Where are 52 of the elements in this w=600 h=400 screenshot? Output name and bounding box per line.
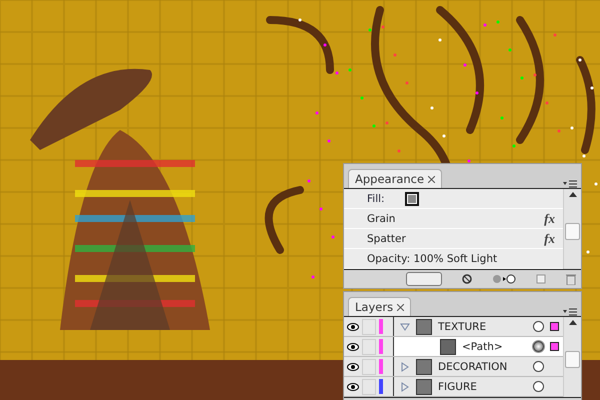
reduce-to-basic-icon[interactable] <box>492 274 516 284</box>
layer-row[interactable]: DECORATION <box>344 357 563 377</box>
clear-appearance-button[interactable] <box>406 272 442 286</box>
scroll-thumb[interactable] <box>565 351 580 368</box>
layer-name: TEXTURE <box>438 320 488 332</box>
layer-row[interactable]: <Path> <box>344 337 563 357</box>
layer-thumbnail <box>416 378 432 394</box>
trash-icon[interactable] <box>566 274 576 284</box>
scroll-up-arrow-icon[interactable] <box>568 192 576 197</box>
effect-name[interactable]: Spatter <box>367 232 524 244</box>
fill-swatch[interactable] <box>404 192 419 206</box>
layer-name: FIGURE <box>438 380 478 392</box>
selection-square <box>550 342 559 351</box>
close-icon[interactable] <box>397 304 404 310</box>
layer-name: DECORATION <box>438 360 508 372</box>
lock-toggle[interactable] <box>362 338 376 354</box>
panel-menu-icon[interactable] <box>563 308 577 316</box>
expanded-triangle-icon[interactable] <box>400 322 410 332</box>
scroll-up-arrow-icon[interactable] <box>568 320 576 325</box>
close-icon[interactable] <box>428 176 436 182</box>
appearance-tab[interactable]: Appearance <box>348 169 442 188</box>
target-circle[interactable] <box>533 361 544 372</box>
collapsed-triangle-icon[interactable] <box>400 382 410 392</box>
scroll-thumb[interactable] <box>565 223 580 240</box>
layer-thumbnail <box>440 338 456 354</box>
lock-toggle[interactable] <box>362 378 376 394</box>
lock-toggle[interactable] <box>362 358 376 374</box>
effect-name[interactable]: Grain <box>367 212 524 224</box>
fx-button[interactable]: fx <box>544 210 555 226</box>
no-entry-icon[interactable] <box>462 274 472 284</box>
scrollbar[interactable] <box>563 317 581 397</box>
panel-menu-icon[interactable] <box>563 180 577 188</box>
scrollbar[interactable] <box>563 189 581 269</box>
target-circle[interactable] <box>533 341 544 352</box>
target-circle[interactable] <box>533 381 544 392</box>
eye-icon[interactable] <box>347 382 359 390</box>
fx-button[interactable]: fx <box>544 230 555 246</box>
layer-row[interactable]: TEXTURE <box>344 317 563 337</box>
layer-thumbnail <box>416 358 432 374</box>
eye-icon[interactable] <box>347 322 359 330</box>
opacity-label[interactable]: Opacity: 100% Soft Light <box>367 252 555 264</box>
selection-square <box>550 322 559 331</box>
layer-row[interactable]: FIGURE <box>344 377 563 397</box>
eye-icon[interactable] <box>347 362 359 370</box>
eye-icon[interactable] <box>347 342 359 350</box>
collapsed-triangle-icon[interactable] <box>400 362 410 372</box>
layer-name: <Path> <box>462 340 504 352</box>
layer-thumbnail <box>416 318 432 334</box>
layers-tab[interactable]: Layers <box>348 297 412 316</box>
fill-label: Fill: <box>367 192 385 204</box>
target-circle[interactable] <box>533 321 544 332</box>
lock-toggle[interactable] <box>362 318 376 334</box>
